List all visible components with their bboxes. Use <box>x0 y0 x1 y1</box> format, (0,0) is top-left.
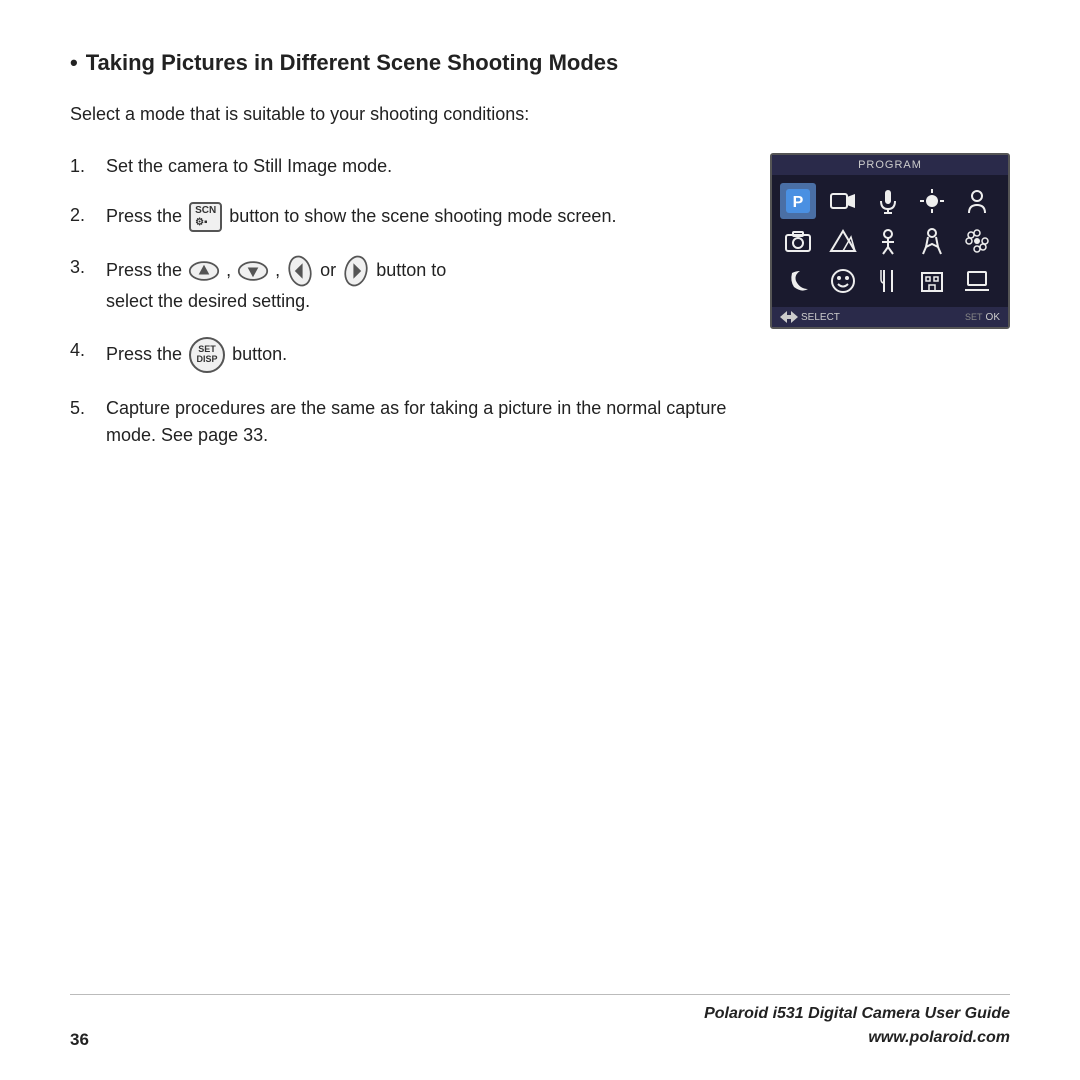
step-2-text: Press the SCN⚙▪ button to show the scene… <box>106 202 616 232</box>
step-2-number: 2. <box>70 202 98 229</box>
prog-icon-building <box>914 263 950 299</box>
step-1-text: Set the camera to Still Image mode. <box>106 153 392 180</box>
svg-text:P: P <box>793 194 804 211</box>
footer-select: SELECT <box>780 311 840 323</box>
content-area: 1. Set the camera to Still Image mode. 2… <box>70 153 1010 471</box>
step-2: 2. Press the SCN⚙▪ button to show the sc… <box>70 202 740 232</box>
prog-icon-video <box>825 183 861 219</box>
footer-ok-text: OK <box>986 312 1000 323</box>
prog-icon-flower <box>959 223 995 259</box>
step-3-button-to: button to <box>376 260 446 280</box>
step-4-number: 4. <box>70 337 98 364</box>
prog-icon-smile <box>825 263 861 299</box>
guide-title: Polaroid i531 Digital Camera User Guide <box>704 1002 1010 1026</box>
scn-button-icon: SCN⚙▪ <box>189 202 222 232</box>
subtitle-text: Select a mode that is suitable to your s… <box>70 104 1010 125</box>
prog-icon-sunset: ☀ <box>914 183 950 219</box>
prog-icon-food <box>870 263 906 299</box>
program-footer: SELECT SET OK <box>772 307 1008 327</box>
step-2-text-after: button to show the scene shooting mode s… <box>229 206 616 226</box>
footer-select-text: SELECT <box>801 312 840 323</box>
step-4-text-before: Press the <box>106 344 182 364</box>
prog-icon-person <box>870 223 906 259</box>
footer-text: Polaroid i531 Digital Camera User Guide … <box>704 1002 1010 1050</box>
program-grid: P ☀ <box>772 175 1008 307</box>
website: www.polaroid.com <box>704 1026 1010 1050</box>
step-5-number: 5. <box>70 395 98 422</box>
step-3-text: Press the , , <box>106 254 446 315</box>
step-5-text: Capture procedures are the same as for t… <box>106 395 740 449</box>
step-3-text-before: Press the <box>106 260 182 280</box>
step-4-text-after: button. <box>232 344 287 364</box>
program-screen: PROGRAM P ☀ <box>770 153 1010 329</box>
footer-divider <box>70 994 1010 995</box>
page: • Taking Pictures in Different Scene Sho… <box>0 0 1080 1080</box>
footer: 36 Polaroid i531 Digital Camera User Gui… <box>70 1002 1010 1050</box>
prog-icon-kids <box>914 223 950 259</box>
prog-icon-mountain <box>825 223 861 259</box>
prog-icon-camera <box>780 223 816 259</box>
page-number: 36 <box>70 1030 89 1050</box>
step-1: 1. Set the camera to Still Image mode. <box>70 153 740 180</box>
step-5: 5. Capture procedures are the same as fo… <box>70 395 740 449</box>
up-arrow-icon <box>188 260 220 282</box>
svg-text:☀: ☀ <box>928 198 937 209</box>
prog-icon-laptop <box>959 263 995 299</box>
prog-icon-night <box>780 263 816 299</box>
comma-2: , <box>275 260 285 280</box>
step-4: 4. Press the SETDISP button. <box>70 337 740 373</box>
or-text: or <box>320 260 336 280</box>
steps-list: 1. Set the camera to Still Image mode. 2… <box>70 153 740 471</box>
footer-ok: SET OK <box>965 311 1000 323</box>
down-arrow-icon <box>237 260 269 282</box>
title-text: Taking Pictures in Different Scene Shoot… <box>86 50 619 76</box>
bullet-point: • <box>70 50 78 76</box>
left-arrow-icon <box>287 254 313 288</box>
prog-icon-program: P <box>780 183 816 219</box>
right-arrow-icon <box>343 254 369 288</box>
step-3: 3. Press the , , <box>70 254 740 315</box>
step-3-text-after: select the desired setting. <box>106 291 310 311</box>
prog-icon-audio <box>870 183 906 219</box>
comma-1: , <box>226 260 236 280</box>
page-title: • Taking Pictures in Different Scene Sho… <box>70 50 1010 76</box>
step-2-text-before: Press the <box>106 206 182 226</box>
prog-icon-portrait <box>959 183 995 219</box>
step-4-text: Press the SETDISP button. <box>106 337 287 373</box>
program-header: PROGRAM <box>772 155 1008 175</box>
step-3-number: 3. <box>70 254 98 281</box>
set-disp-button-icon: SETDISP <box>189 337 225 373</box>
step-1-number: 1. <box>70 153 98 180</box>
